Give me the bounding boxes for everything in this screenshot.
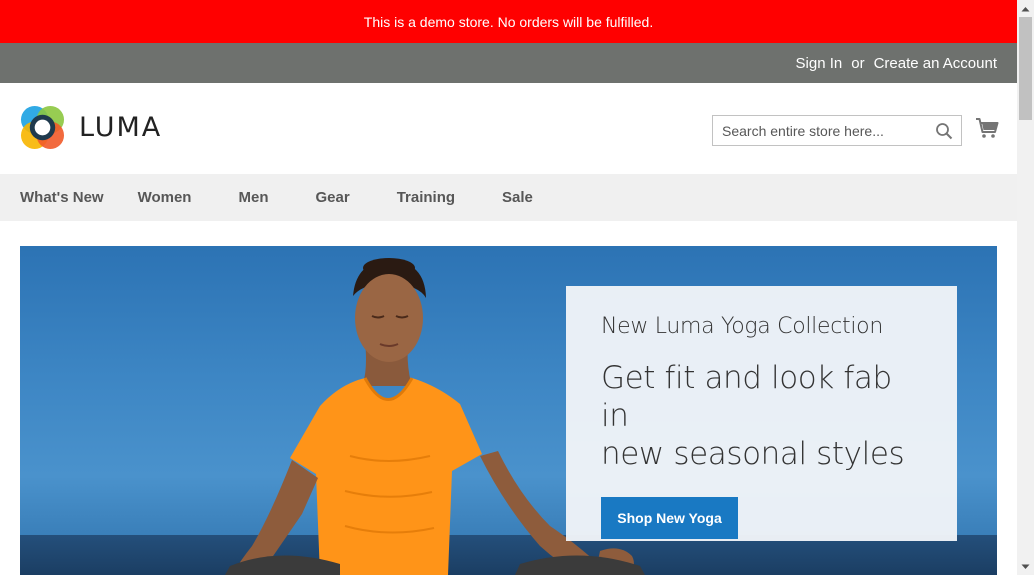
scroll-up-arrow-icon[interactable] — [1017, 0, 1034, 17]
hero-banner[interactable]: New Luma Yoga Collection Get fit and loo… — [20, 246, 997, 575]
header-links-bar: Sign In or Create an Account — [0, 43, 1017, 83]
vertical-scrollbar[interactable] — [1017, 0, 1034, 575]
nav-item-sale[interactable]: Sale — [502, 189, 533, 206]
sign-in-link[interactable]: Sign In — [796, 55, 843, 72]
promo-headline-line-1: Get fit and look fab in — [601, 360, 892, 434]
store-page: This is a demo store. No orders will be … — [0, 0, 1017, 575]
create-account-link[interactable]: Create an Account — [874, 55, 997, 72]
header-main: LUMA — [0, 83, 1017, 174]
scroll-down-arrow-icon[interactable] — [1017, 558, 1034, 575]
promo-headline-line-2: new seasonal styles — [601, 436, 905, 472]
header-links-separator: or — [851, 54, 865, 72]
demo-notice-text: This is a demo store. No orders will be … — [363, 13, 654, 30]
nav-item-training[interactable]: Training — [397, 189, 455, 206]
logo[interactable]: LUMA — [20, 105, 162, 150]
luma-logo-icon — [20, 105, 65, 150]
cart-icon[interactable] — [975, 117, 999, 139]
search-box — [712, 115, 962, 146]
nav-item-whats-new[interactable]: What's New — [20, 189, 104, 206]
nav-item-men[interactable]: Men — [238, 189, 268, 206]
nav-item-women[interactable]: Women — [138, 189, 192, 206]
promo-kicker: New Luma Yoga Collection — [601, 314, 883, 339]
scrollbar-thumb[interactable] — [1019, 17, 1032, 120]
promo-panel: New Luma Yoga Collection Get fit and loo… — [566, 286, 957, 541]
promo-headline: Get fit and look fab in new seasonal sty… — [601, 359, 922, 473]
main-navigation: What's New Women Men Gear Training Sale — [0, 174, 1017, 221]
shop-new-yoga-button[interactable]: Shop New Yoga — [601, 497, 738, 539]
nav-item-gear[interactable]: Gear — [315, 189, 349, 206]
search-icon[interactable] — [935, 122, 953, 140]
search-input[interactable] — [713, 116, 923, 145]
logo-text: LUMA — [79, 112, 163, 143]
page: This is a demo store. No orders will be … — [0, 0, 1034, 575]
demo-notice-banner: This is a demo store. No orders will be … — [0, 0, 1017, 43]
